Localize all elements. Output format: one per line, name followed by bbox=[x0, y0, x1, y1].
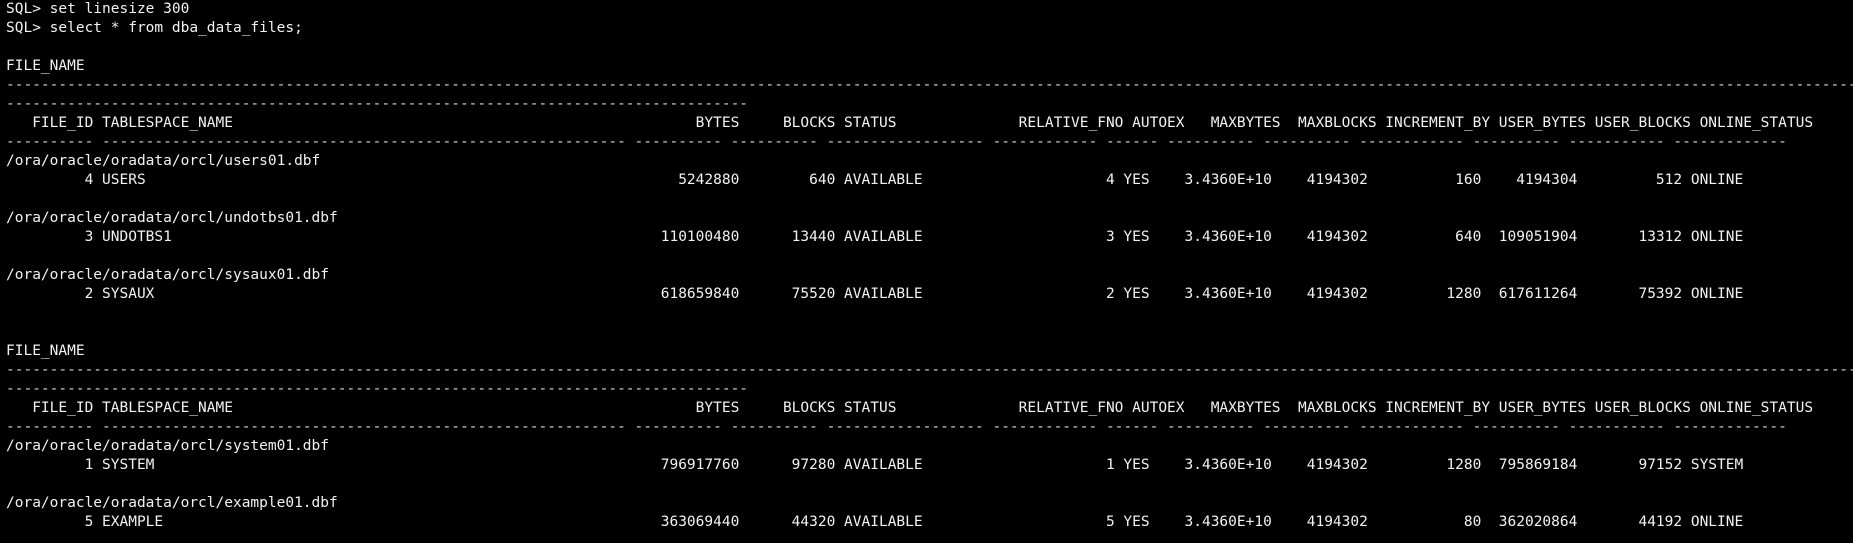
terminal-window[interactable]: SQL> set linesize 300 SQL> select * from… bbox=[0, 0, 1853, 543]
column-header-file-name: FILE_NAME bbox=[6, 58, 85, 74]
result-file-name: /ora/oracle/oradata/orcl/sysaux01.dbf bbox=[6, 267, 330, 283]
sql-command-line: SQL> select * from dba_data_files; bbox=[6, 20, 303, 36]
separator-line: ----------------------------------------… bbox=[6, 362, 1853, 378]
column-header-row: FILE_ID TABLESPACE_NAME BYTES BLOCKS STA… bbox=[6, 400, 1814, 416]
column-header-file-name: FILE_NAME bbox=[6, 343, 85, 359]
result-row: 1 SYSTEM 796917760 97280 AVAILABLE 1 YES… bbox=[6, 457, 1744, 473]
separator-line: ----------------------------------------… bbox=[6, 381, 749, 397]
sql-command-line: SQL> set linesize 300 bbox=[6, 1, 190, 17]
column-header-row: FILE_ID TABLESPACE_NAME BYTES BLOCKS STA… bbox=[6, 115, 1814, 131]
result-row: 3 UNDOTBS1 110100480 13440 AVAILABLE 3 Y… bbox=[6, 229, 1744, 245]
result-row: 5 EXAMPLE 363069440 44320 AVAILABLE 5 YE… bbox=[6, 514, 1744, 530]
result-file-name: /ora/oracle/oradata/orcl/undotbs01.dbf bbox=[6, 210, 338, 226]
result-row: 4 USERS 5242880 640 AVAILABLE 4 YES 3.43… bbox=[6, 172, 1744, 188]
separator-line: ----------------------------------------… bbox=[6, 77, 1853, 93]
result-row: 2 SYSAUX 618659840 75520 AVAILABLE 2 YES… bbox=[6, 286, 1744, 302]
separator-line: ----------------------------------------… bbox=[6, 96, 749, 112]
separator-line: ---------- -----------------------------… bbox=[6, 134, 1787, 150]
result-file-name: /ora/oracle/oradata/orcl/system01.dbf bbox=[6, 438, 330, 454]
result-file-name: /ora/oracle/oradata/orcl/example01.dbf bbox=[6, 495, 338, 511]
separator-line: ---------- -----------------------------… bbox=[6, 419, 1787, 435]
result-file-name: /ora/oracle/oradata/orcl/users01.dbf bbox=[6, 153, 321, 169]
